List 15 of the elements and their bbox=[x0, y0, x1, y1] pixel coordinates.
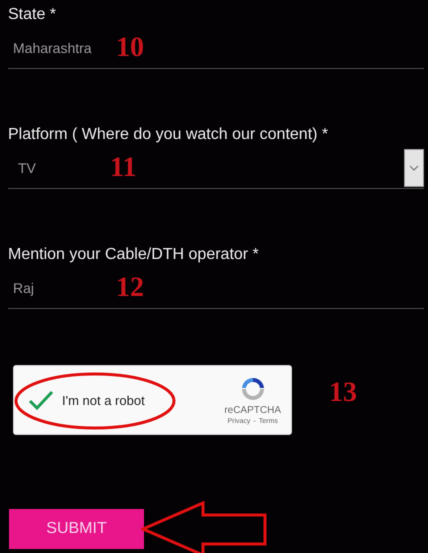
chevron-down-icon bbox=[409, 165, 419, 171]
annotation-number: 13 bbox=[329, 378, 357, 408]
annotation-number: 12 bbox=[116, 273, 144, 303]
field-label: Mention your Cable/DTH operator * bbox=[8, 245, 259, 265]
platform-select[interactable]: TV 11 bbox=[8, 148, 424, 189]
input-field[interactable]: Raj bbox=[8, 280, 116, 296]
brand-name: reCAPTCHA bbox=[224, 405, 281, 416]
field-label: State * bbox=[8, 5, 56, 25]
captcha-label: I'm not a robot bbox=[62, 392, 145, 408]
field-label: Platform ( Where do you watch our content) * bbox=[8, 125, 328, 145]
dropdown-button[interactable] bbox=[404, 149, 424, 187]
checkmark-icon[interactable] bbox=[28, 389, 54, 411]
annotation-number: 10 bbox=[116, 33, 144, 63]
input-field[interactable]: Maharashtra bbox=[8, 40, 116, 56]
annotation-number: 11 bbox=[110, 153, 136, 183]
